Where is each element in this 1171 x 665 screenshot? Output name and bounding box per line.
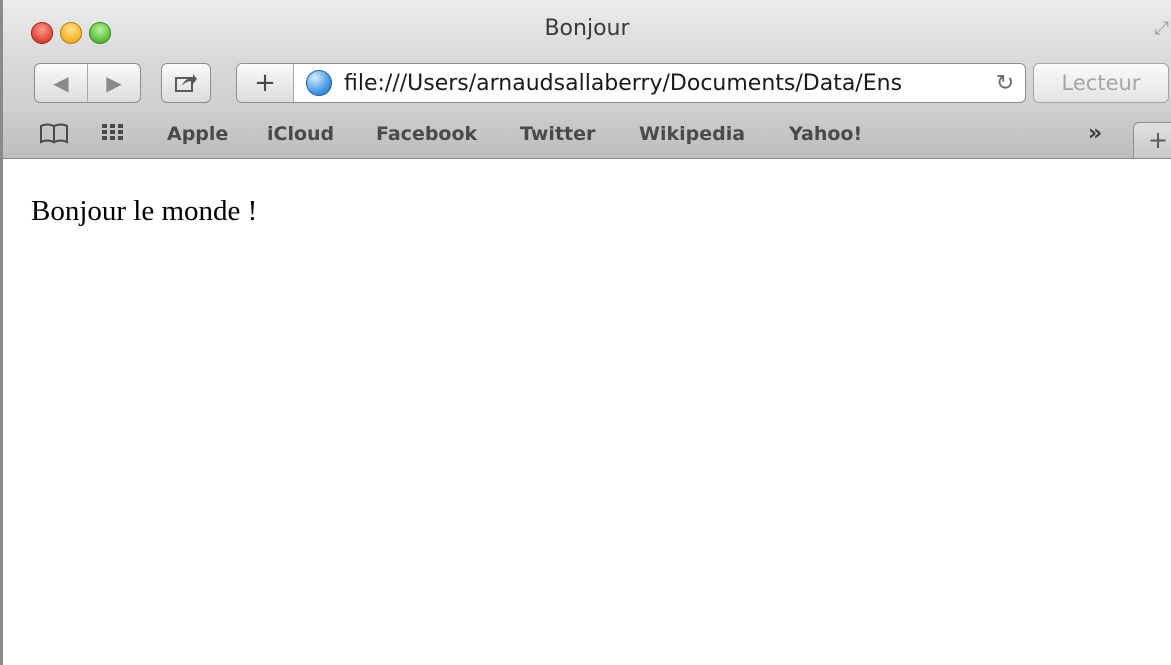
page-content: Bonjour le monde ! (3, 159, 1171, 665)
url-field[interactable]: file:///Users/arnaudsallaberry/Documents… (344, 71, 985, 96)
share-icon (175, 74, 197, 92)
title-bar: Bonjour ⤢ (3, 0, 1171, 60)
forward-button[interactable]: ▶ (87, 64, 140, 102)
globe-icon (306, 70, 332, 96)
new-tab-button[interactable]: + (1133, 122, 1171, 158)
back-button[interactable]: ◀ (35, 64, 87, 102)
share-button[interactable] (161, 63, 211, 103)
window-title: Bonjour (544, 16, 630, 41)
top-sites-grid-icon[interactable] (101, 122, 125, 148)
bookmarks-bar: Apple iCloud Facebook Twitter Wikipedia … (3, 112, 1171, 159)
bookmark-apple[interactable]: Apple (167, 123, 228, 145)
bookmark-facebook[interactable]: Facebook (376, 123, 477, 145)
page-body-text: Bonjour le monde ! (31, 195, 258, 227)
navigation-buttons: ◀ ▶ (34, 63, 141, 103)
bookmarks-overflow-icon[interactable]: » (1088, 121, 1102, 146)
forward-arrow-icon: ▶ (106, 71, 122, 95)
bookmark-yahoo[interactable]: Yahoo! (789, 123, 862, 145)
browser-window: Bonjour ⤢ ◀ ▶ + file:///Users/arnaudsall… (0, 0, 1171, 665)
reader-button[interactable]: Lecteur (1033, 63, 1169, 103)
address-bar[interactable]: + file:///Users/arnaudsallaberry/Documen… (236, 63, 1026, 103)
bookmark-twitter[interactable]: Twitter (520, 123, 595, 145)
bookmark-wikipedia[interactable]: Wikipedia (639, 123, 745, 145)
open-book-icon[interactable] (39, 122, 69, 150)
bookmark-icloud[interactable]: iCloud (267, 123, 334, 145)
reload-icon[interactable]: ↻ (985, 71, 1025, 96)
back-arrow-icon: ◀ (53, 71, 69, 95)
add-bookmark-button[interactable]: + (237, 64, 294, 102)
fullscreen-icon[interactable]: ⤢ (1155, 18, 1169, 39)
toolbar: ◀ ▶ + file:///Users/arnaudsallaberry/Doc… (3, 60, 1171, 112)
